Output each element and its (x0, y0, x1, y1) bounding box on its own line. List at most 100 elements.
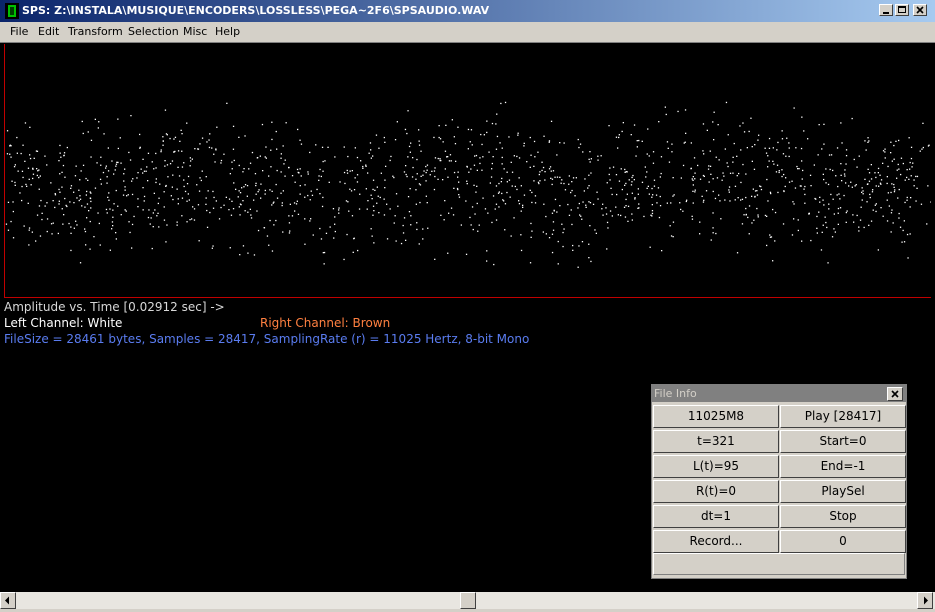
sample-dot (486, 250, 488, 252)
sample-dot (879, 182, 882, 184)
sample-dot (125, 210, 127, 212)
sample-dot (416, 228, 418, 231)
sample-dot (869, 193, 871, 196)
sample-dot (589, 151, 591, 153)
sample-dot (782, 223, 785, 225)
menu-misc[interactable]: Misc (183, 25, 207, 38)
sample-dot (643, 215, 645, 218)
play-button[interactable]: Play [28417] (780, 405, 906, 428)
sample-dot (807, 138, 809, 140)
waveform-plot[interactable] (4, 44, 931, 298)
sample-dot (426, 202, 428, 204)
sample-dot (178, 175, 181, 177)
sample-dot (543, 203, 545, 205)
record-button[interactable]: Record... (653, 530, 779, 553)
sample-dot (542, 166, 545, 169)
sample-dot (115, 238, 117, 240)
play-selection-button[interactable]: PlaySel (780, 480, 906, 503)
sample-dot (919, 150, 921, 152)
sample-dot (79, 198, 82, 200)
sample-dot (563, 142, 565, 144)
dt-button[interactable]: dt=1 (653, 505, 779, 528)
sample-dot (860, 206, 862, 208)
sample-dot (597, 198, 599, 200)
menu-transform[interactable]: Transform (68, 25, 123, 38)
sample-dot (703, 199, 705, 201)
sample-dot (641, 181, 644, 183)
scroll-right-button[interactable] (917, 592, 933, 609)
right-value-button[interactable]: R(t)=0 (653, 480, 779, 503)
sample-dot (520, 249, 523, 252)
sample-dot (677, 110, 679, 113)
waveform-canvas[interactable]: Amplitude vs. Time [0.02912 sec] -> Left… (0, 42, 935, 592)
left-value-button[interactable]: L(t)=95 (653, 455, 779, 478)
sample-dot (864, 140, 866, 142)
title-bar[interactable]: SPS: Z:\INSTALA\MUSIQUE\ENCODERS\LOSSLES… (0, 0, 935, 22)
stop-button[interactable]: Stop (780, 505, 906, 528)
sample-dot (652, 194, 654, 196)
sample-dot (551, 212, 554, 214)
sample-dot (615, 174, 618, 176)
sample-dot (232, 148, 235, 150)
sample-dot (458, 196, 461, 198)
menu-help[interactable]: Help (215, 25, 240, 38)
sample-dot (828, 208, 830, 210)
sample-dot (781, 138, 784, 140)
sample-dot (269, 189, 271, 191)
file-info-title-bar[interactable]: File Info (652, 385, 906, 402)
sample-dot (111, 228, 113, 230)
sample-dot (551, 178, 554, 180)
sample-dot (233, 159, 235, 162)
sample-dot (897, 163, 899, 166)
file-info-close-button[interactable] (887, 387, 903, 401)
sample-dot (843, 173, 846, 175)
sample-dot (367, 172, 369, 174)
format-button[interactable]: 11025M8 (653, 405, 779, 428)
sample-dot (903, 220, 905, 222)
start-button[interactable]: Start=0 (780, 430, 906, 453)
sample-dot (439, 159, 441, 162)
sample-dot (500, 181, 502, 183)
sample-dot (366, 208, 368, 210)
sample-dot (872, 189, 874, 191)
horizontal-scrollbar[interactable] (0, 592, 935, 609)
sample-dot (75, 165, 77, 167)
minimize-button[interactable] (879, 4, 893, 16)
sample-dot (553, 209, 555, 211)
sample-dot (707, 168, 710, 170)
sample-dot (357, 249, 359, 252)
sample-dot (189, 165, 191, 167)
sample-dot (578, 245, 580, 247)
scroll-left-button[interactable] (0, 592, 16, 609)
sample-dot (653, 179, 656, 181)
sample-dot (12, 237, 15, 239)
sample-dot (545, 233, 547, 235)
counter-button[interactable]: 0 (780, 530, 906, 553)
sample-dot (256, 210, 258, 212)
sample-dot (265, 157, 267, 159)
end-button[interactable]: End=-1 (780, 455, 906, 478)
maximize-button[interactable] (895, 4, 909, 16)
sample-dot (786, 137, 788, 139)
sample-dot (105, 167, 107, 169)
sample-dot (865, 149, 867, 151)
scroll-thumb[interactable] (460, 592, 476, 609)
sample-dot (541, 169, 543, 172)
sample-dot (238, 190, 240, 192)
sample-dot (230, 214, 233, 216)
sample-dot (580, 215, 582, 217)
sample-dot (155, 178, 157, 180)
sample-dot (283, 163, 285, 165)
time-button[interactable]: t=321 (653, 430, 779, 453)
menu-selection[interactable]: Selection (128, 25, 179, 38)
sample-dot (99, 244, 101, 246)
sample-dot (242, 200, 244, 202)
close-button[interactable] (913, 4, 927, 16)
sample-dot (537, 181, 540, 183)
menu-edit[interactable]: Edit (38, 25, 59, 38)
sample-dot (349, 170, 351, 172)
sample-dot (288, 166, 290, 169)
sample-dot (541, 161, 543, 163)
menu-file[interactable]: File (10, 25, 28, 38)
sample-dot (522, 204, 524, 206)
